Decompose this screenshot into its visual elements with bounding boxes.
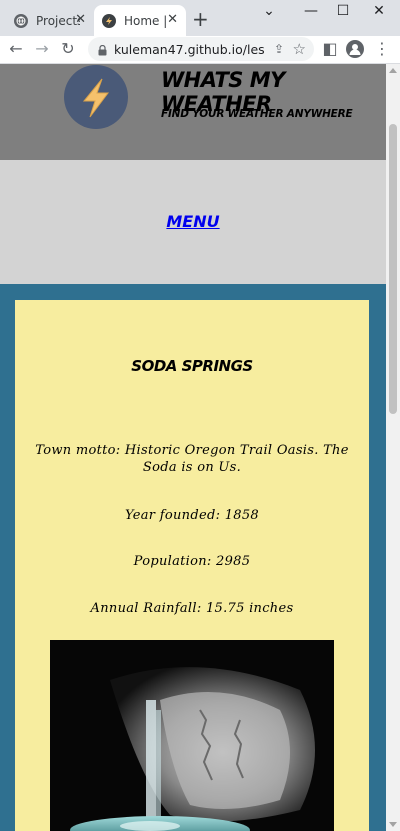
tab-search-icon[interactable]: ⌄ xyxy=(254,3,284,19)
tab-projects[interactable]: Projects ✕ xyxy=(6,5,94,36)
window-close-button[interactable]: ✕ xyxy=(364,3,394,19)
main-content: SODA SPRINGS Town motto: Historic Oregon… xyxy=(0,284,386,831)
waterfall-cave-photo xyxy=(50,640,334,831)
population: Population: 2985 xyxy=(133,554,251,569)
town-name: SODA SPRINGS xyxy=(131,357,253,375)
profile-avatar[interactable] xyxy=(346,40,364,58)
lightning-favicon-icon xyxy=(102,13,116,28)
site-tagline: FIND YOUR WEATHER ANYWHERE xyxy=(161,108,353,120)
back-arrow-icon[interactable]: ← xyxy=(6,39,26,59)
close-tab-icon[interactable]: ✕ xyxy=(75,13,86,27)
site-header: WHATS MY WEATHER FIND YOUR WEATHER ANYWH… xyxy=(0,64,386,160)
tab-strip: Projects ✕ Home | W ✕ + ⌄ — ☐ ✕ xyxy=(0,0,400,36)
town-motto: Town motto: Historic Oregon Trail Oasis.… xyxy=(35,443,349,475)
share-icon[interactable]: ⇪ xyxy=(274,42,284,56)
scrollbar-thumb[interactable] xyxy=(389,124,397,414)
tab-title: Projects xyxy=(36,13,80,28)
maximize-button[interactable]: ☐ xyxy=(328,3,358,19)
year-founded: Year founded: 1858 xyxy=(125,508,259,523)
globe-icon xyxy=(14,13,28,28)
minimize-button[interactable]: — xyxy=(296,3,326,19)
reload-icon[interactable]: ↻ xyxy=(58,39,78,59)
tab-home[interactable]: Home | W ✕ xyxy=(94,5,186,36)
menu-link[interactable]: MENU xyxy=(0,212,386,231)
side-panel-icon[interactable]: ◧ xyxy=(320,39,340,59)
lightning-bolt-icon xyxy=(64,65,128,129)
address-bar[interactable]: kuleman47.github.io/lesson... ⇪ ☆ xyxy=(88,37,314,61)
town-card: SODA SPRINGS Town motto: Historic Oregon… xyxy=(15,300,369,831)
annual-rainfall: Annual Rainfall: 15.75 inches xyxy=(90,601,294,616)
more-menu-icon[interactable]: ⋮ xyxy=(372,39,392,59)
tab-title: Home | W xyxy=(124,13,168,28)
browser-toolbar: ← → ↻ kuleman47.github.io/lesson... ⇪ ☆ … xyxy=(0,36,400,64)
scroll-down-arrow-icon[interactable] xyxy=(389,822,397,827)
url-text: kuleman47.github.io/lesson... xyxy=(114,41,264,57)
scroll-up-arrow-icon[interactable] xyxy=(389,68,397,73)
page-viewport: WHATS MY WEATHER FIND YOUR WEATHER ANYWH… xyxy=(0,64,386,831)
page-scrollbar[interactable] xyxy=(386,64,400,831)
bookmark-star-icon[interactable]: ☆ xyxy=(293,40,306,58)
site-nav: MENU xyxy=(0,160,386,284)
close-tab-icon[interactable]: ✕ xyxy=(167,13,178,27)
new-tab-button[interactable]: + xyxy=(192,9,209,29)
forward-arrow-icon[interactable]: → xyxy=(32,39,52,59)
lock-icon xyxy=(98,44,107,56)
